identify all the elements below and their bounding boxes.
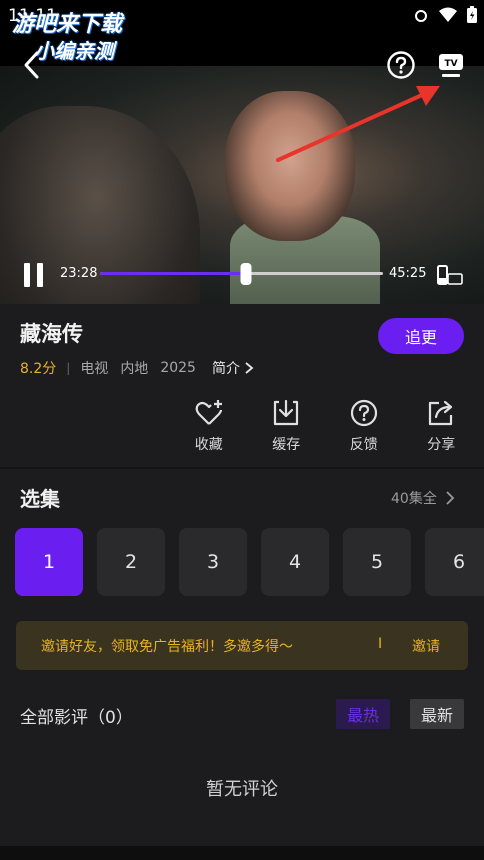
episodes-title: 选集 <box>20 487 60 511</box>
bottom-edge <box>0 846 484 860</box>
show-score: 8.2分 <box>20 361 57 377</box>
section-divider <box>0 467 484 469</box>
show-meta: 8.2分 | 电视 内地 2025 简介 <box>20 358 254 378</box>
watermark-line: 游吧来下载 <box>12 12 123 37</box>
current-time: 23:28 <box>60 266 98 281</box>
episode-list: 123456 <box>15 528 484 596</box>
help-icon <box>350 399 377 427</box>
episode-button[interactable]: 4 <box>261 528 329 596</box>
intro-label: 简介 <box>211 361 240 377</box>
show-region: 内地 <box>120 361 149 377</box>
download-icon <box>274 399 299 426</box>
fullscreen-rotate-icon[interactable] <box>436 264 464 286</box>
progress-fill <box>100 272 247 275</box>
episodes-more-link[interactable]: 40集全 <box>391 488 455 508</box>
chevron-right-icon <box>245 362 254 374</box>
show-title: 藏海传 <box>20 322 83 346</box>
reviews-title: 全部影评（0） <box>20 708 133 728</box>
meta-separator: | <box>66 361 71 375</box>
share-button[interactable]: 分享 <box>403 398 481 458</box>
download-button[interactable]: 缓存 <box>248 398 326 458</box>
favorite-button[interactable]: 收藏 <box>170 398 248 458</box>
video-player[interactable]: 11:11 游吧来下载 小编亲测 TV 23:28 45:25 <box>0 0 484 304</box>
share-icon <box>429 400 453 426</box>
action-label: 反馈 <box>349 437 378 453</box>
feedback-button[interactable]: 反馈 <box>325 398 403 458</box>
show-type: 电视 <box>80 361 109 377</box>
progress-track[interactable] <box>100 263 383 285</box>
intro-link[interactable]: 简介 <box>212 358 254 378</box>
banner-separator: I <box>378 636 383 652</box>
wifi-icon <box>439 7 457 22</box>
help-icon[interactable] <box>386 50 416 80</box>
episode-button[interactable]: 2 <box>97 528 165 596</box>
sort-hot-button[interactable]: 最热 <box>336 699 390 729</box>
back-icon[interactable] <box>18 48 48 82</box>
pause-icon[interactable] <box>22 262 46 288</box>
episode-button[interactable]: 3 <box>179 528 247 596</box>
invite-button[interactable]: 邀请 <box>412 636 440 656</box>
notification-dot-icon <box>415 10 427 22</box>
episode-button[interactable]: 6 <box>425 528 484 596</box>
player-controls: 23:28 45:25 <box>0 254 484 294</box>
invite-banner[interactable]: 邀请好友，领取免广告福利！多邀多得～ I 邀请 <box>16 621 468 670</box>
empty-reviews-text: 暂无评论 <box>206 779 278 800</box>
sort-new-button[interactable]: 最新 <box>410 699 464 729</box>
annotation-arrow-icon <box>276 86 440 162</box>
action-label: 分享 <box>427 437 456 453</box>
action-bar: 收藏 缓存 反馈 分享 <box>170 398 480 458</box>
follow-button[interactable]: 追更 <box>378 318 464 354</box>
episode-button[interactable]: 5 <box>343 528 411 596</box>
episode-button[interactable]: 1 <box>15 528 83 596</box>
chevron-right-icon <box>446 491 455 505</box>
action-label: 收藏 <box>194 437 223 453</box>
episodes-total: 40集全 <box>391 491 437 507</box>
battery-icon <box>467 6 477 23</box>
action-label: 缓存 <box>272 437 301 453</box>
banner-text: 邀请好友，领取免广告福利！多邀多得～ <box>41 639 293 655</box>
total-time: 45:25 <box>389 266 427 281</box>
svg-text:TV: TV <box>444 59 457 69</box>
tv-cast-icon[interactable]: TV <box>434 50 468 80</box>
heart-plus-icon <box>195 400 222 425</box>
progress-thumb[interactable] <box>240 263 252 285</box>
status-icons <box>412 6 478 24</box>
show-year: 2025 <box>160 360 196 376</box>
